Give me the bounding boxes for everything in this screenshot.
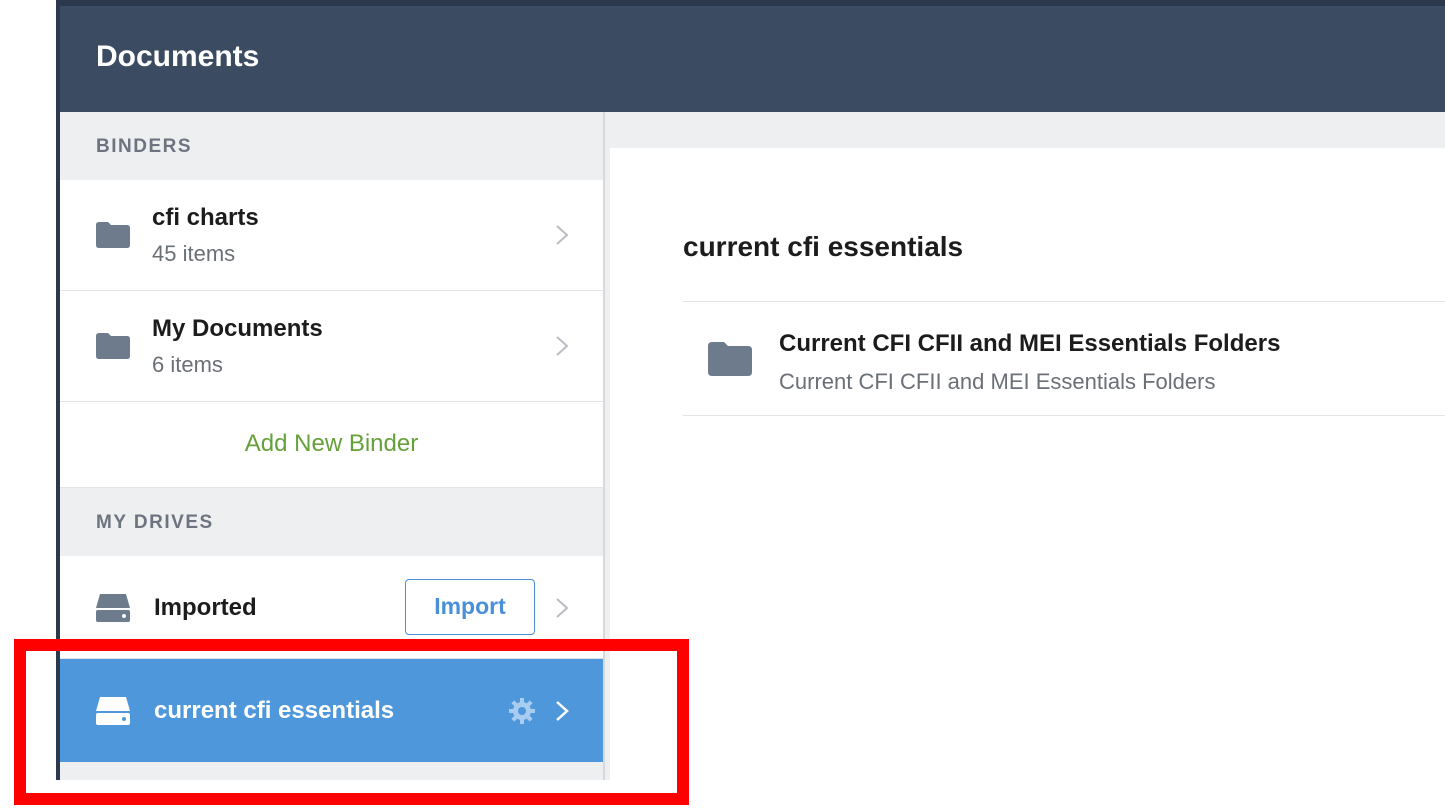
add-new-binder-button[interactable]: Add New Binder: [60, 402, 603, 488]
drive-icon: [96, 594, 130, 622]
chevron-right-icon: [556, 225, 569, 245]
gear-icon[interactable]: [508, 697, 536, 725]
drive-item-imported[interactable]: Imported Import: [60, 556, 603, 659]
page-title: Documents: [96, 40, 260, 73]
chevron-right-icon: [556, 598, 569, 618]
chevron-right-icon: [556, 336, 569, 356]
folder-name: Current CFI CFII and MEI Essentials Fold…: [779, 330, 1281, 357]
folder-icon: [96, 222, 130, 248]
folder-list-item[interactable]: Current CFI CFII and MEI Essentials Fold…: [683, 302, 1445, 416]
sidebar: BINDERS cfi charts 45 items My Documents…: [60, 112, 605, 780]
binders-section-header: BINDERS: [60, 112, 603, 180]
folder-icon: [708, 342, 752, 376]
drives-section-header: MY DRIVES: [60, 488, 603, 556]
binder-name: My Documents: [152, 315, 323, 342]
drive-icon: [96, 697, 130, 725]
app-window: Documents BINDERS cfi charts 45 items My…: [56, 0, 1445, 780]
binder-item-cfi-charts[interactable]: cfi charts 45 items: [60, 180, 603, 291]
folder-icon: [96, 333, 130, 359]
binder-name: cfi charts: [152, 204, 259, 231]
binder-count: 45 items: [152, 241, 236, 266]
top-bar: Documents: [60, 0, 1445, 112]
chevron-right-icon: [556, 701, 569, 721]
folder-description: Current CFI CFII and MEI Essentials Fold…: [779, 369, 1216, 394]
content-heading: current cfi essentials: [683, 231, 964, 262]
drive-item-current-cfi-essentials[interactable]: current cfi essentials: [60, 659, 603, 762]
main-content: current cfi essentials Current CFI CFII …: [610, 148, 1445, 780]
import-button[interactable]: Import: [405, 579, 535, 635]
drive-name: Imported: [154, 594, 257, 621]
binder-count: 6 items: [152, 352, 223, 377]
drive-name: current cfi essentials: [154, 697, 395, 724]
binder-item-my-documents[interactable]: My Documents 6 items: [60, 291, 603, 402]
